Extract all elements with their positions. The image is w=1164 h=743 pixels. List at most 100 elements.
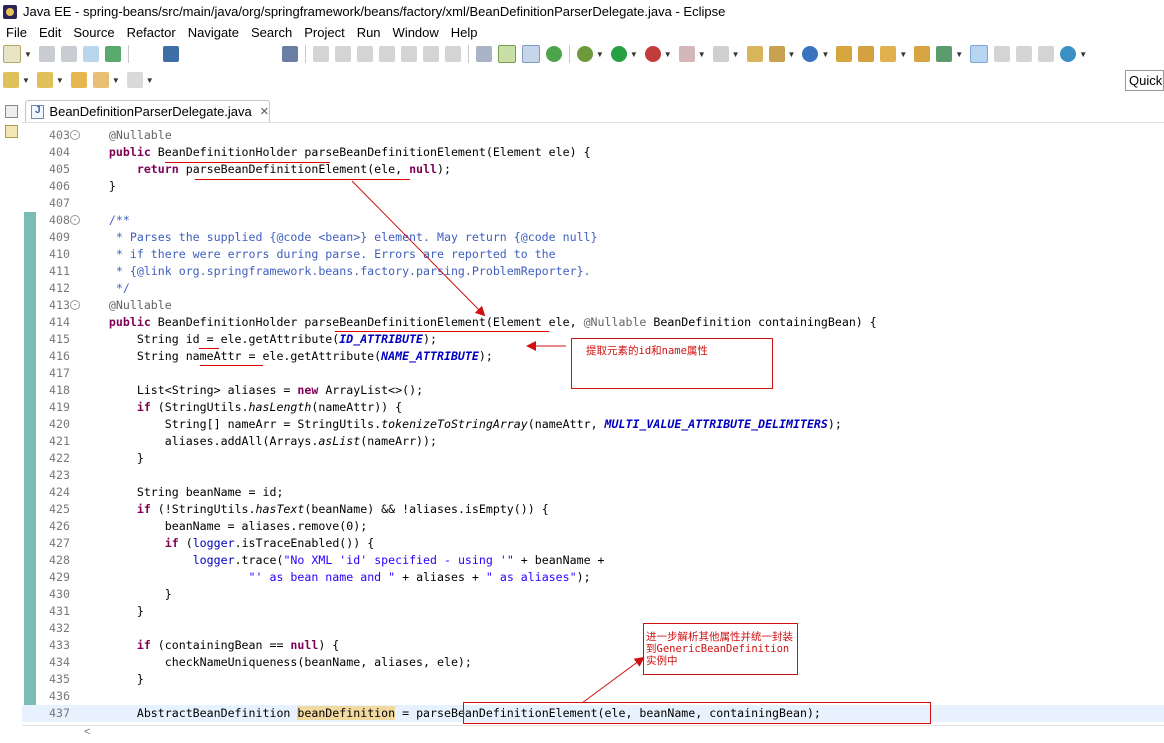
menu-source[interactable]: Source [67, 25, 120, 40]
debug-dropdown-icon[interactable]: ▼ [596, 50, 604, 59]
package-explorer-icon[interactable] [5, 125, 18, 138]
code-line[interactable]: 429 "' as bean name and " + aliases + " … [22, 569, 1164, 586]
code-line[interactable]: 425 if (!StringUtils.hasText(beanName) &… [22, 501, 1164, 518]
code-line[interactable]: 407 [22, 195, 1164, 212]
code-line[interactable]: 434 checkNameUniqueness(beanName, aliase… [22, 654, 1164, 671]
code-line[interactable]: 413- @Nullable [22, 297, 1164, 314]
toggle-highlight-icon[interactable] [497, 45, 516, 63]
globe-dropdown-icon[interactable]: ▼ [1079, 50, 1087, 59]
fold-toggle-icon[interactable]: - [70, 130, 80, 140]
code-line[interactable]: 403- @Nullable [22, 127, 1164, 144]
step-into-icon[interactable] [400, 46, 417, 62]
previous-annotation-icon[interactable] [36, 72, 53, 88]
fold-toggle-icon[interactable]: - [70, 300, 80, 310]
code-line[interactable]: 435 } [22, 671, 1164, 688]
pin-editor-icon[interactable] [970, 45, 989, 63]
monitor-icon[interactable] [162, 46, 179, 62]
run-last-tool-icon[interactable] [644, 46, 661, 62]
toggle-block-selection-icon[interactable] [521, 45, 540, 63]
run-icon[interactable] [610, 46, 627, 62]
show-whitespace-icon[interactable] [1016, 46, 1033, 62]
run-last-tool-dropdown-icon[interactable]: ▼ [664, 50, 672, 59]
last-edit-location-icon[interactable] [70, 72, 87, 88]
next-annotation-dropdown-icon[interactable]: ▼ [22, 76, 30, 85]
code-line[interactable]: 410 * if there were errors during parse.… [22, 246, 1164, 263]
menu-run[interactable]: Run [351, 25, 387, 40]
code-line[interactable]: 432 [22, 620, 1164, 637]
globe-icon[interactable] [1060, 46, 1077, 62]
code-line[interactable]: 431 } [22, 603, 1164, 620]
code-line[interactable]: 430 } [22, 586, 1164, 603]
back-icon[interactable] [92, 72, 109, 88]
toggle-mark-occurrences-icon[interactable] [104, 46, 121, 62]
back-dropdown-icon[interactable]: ▼ [112, 76, 120, 85]
code-line[interactable]: 428 logger.trace("No XML 'id' specified … [22, 552, 1164, 569]
scroll-left-icon[interactable]: < [84, 726, 90, 738]
close-icon[interactable]: ✕ [260, 105, 269, 118]
code-line[interactable]: 419 if (StringUtils.hasLength(nameAttr))… [22, 399, 1164, 416]
new-icon[interactable] [3, 45, 21, 63]
open-resource-icon[interactable] [858, 46, 875, 62]
new-package-dropdown-icon[interactable]: ▼ [788, 50, 796, 59]
tab-beandefinitionparserdelegate[interactable]: BeanDefinitionParserDelegate.java ✕ [25, 100, 270, 122]
new-class-icon[interactable] [802, 46, 819, 62]
save-icon[interactable] [38, 46, 55, 62]
stop-dropdown-icon[interactable]: ▼ [698, 50, 706, 59]
code-line[interactable]: 405 return parseBeanDefinitionElement(el… [22, 161, 1164, 178]
code-line[interactable]: 423 [22, 467, 1164, 484]
step-over-icon[interactable] [422, 46, 439, 62]
menu-navigate[interactable]: Navigate [182, 25, 245, 40]
search-icon[interactable] [880, 46, 897, 62]
run-dropdown-icon[interactable]: ▼ [630, 50, 638, 59]
menu-refactor[interactable]: Refactor [121, 25, 182, 40]
server-icon[interactable] [712, 46, 729, 62]
horizontal-scrollbar[interactable]: < [22, 725, 1164, 743]
code-line[interactable]: 424 String beanName = id; [22, 484, 1164, 501]
terminate-icon[interactable] [356, 46, 373, 62]
menu-file[interactable]: File [0, 25, 33, 40]
stop-icon[interactable] [678, 46, 695, 62]
fold-toggle-icon[interactable]: - [70, 215, 80, 225]
annotation-icon[interactable] [936, 46, 953, 62]
forward-dropdown-icon[interactable]: ▼ [146, 76, 154, 85]
code-line[interactable]: 412 */ [22, 280, 1164, 297]
pilcrow-icon[interactable] [1038, 46, 1055, 62]
code-line[interactable]: 426 beanName = aliases.remove(0); [22, 518, 1164, 535]
search-dropdown-icon[interactable]: ▼ [899, 50, 907, 59]
skip-breakpoints-icon[interactable] [281, 46, 298, 62]
quick-access-input[interactable]: Quick [1125, 70, 1164, 91]
menu-edit[interactable]: Edit [33, 25, 67, 40]
next-annotation-icon[interactable] [3, 72, 19, 88]
restore-icon[interactable] [5, 105, 18, 118]
debug-icon[interactable] [576, 46, 593, 62]
code-line[interactable]: 406 } [22, 178, 1164, 195]
save-all-icon[interactable] [60, 46, 77, 62]
menu-project[interactable]: Project [298, 25, 350, 40]
open-folder-icon[interactable] [836, 46, 853, 62]
code-line[interactable]: 408- /** [22, 212, 1164, 229]
previous-annotation-dropdown-icon[interactable]: ▼ [56, 76, 64, 85]
code-line[interactable]: 422 } [22, 450, 1164, 467]
code-line[interactable]: 414 public BeanDefinitionHolder parseBea… [22, 314, 1164, 331]
code-line[interactable]: 421 aliases.addAll(Arrays.asList(nameArr… [22, 433, 1164, 450]
code-line[interactable]: 420 String[] nameArr = StringUtils.token… [22, 416, 1164, 433]
new-java-project-icon[interactable] [746, 46, 763, 62]
menu-search[interactable]: Search [245, 25, 298, 40]
disconnect-icon[interactable] [378, 46, 395, 62]
code-line[interactable]: 404 public BeanDefinitionHolder parseBea… [22, 144, 1164, 161]
code-line[interactable]: 409 * Parses the supplied {@code <bean>}… [22, 229, 1164, 246]
code-editor[interactable]: 403- @Nullable 404 public BeanDefinitionH… [22, 123, 1164, 725]
refresh-icon[interactable] [545, 46, 562, 62]
server-dropdown-icon[interactable]: ▼ [732, 50, 740, 59]
resume-icon[interactable] [312, 46, 329, 62]
new-package-icon[interactable] [768, 46, 785, 62]
menu-window[interactable]: Window [387, 25, 445, 40]
code-line[interactable]: 433 if (containingBean == null) { [22, 637, 1164, 654]
new-dropdown-icon[interactable]: ▼ [24, 50, 32, 59]
open-task-icon[interactable] [914, 46, 931, 62]
step-return-icon[interactable] [444, 46, 461, 62]
menu-help[interactable]: Help [445, 25, 484, 40]
code-line[interactable]: 411 * {@link org.springframework.beans.f… [22, 263, 1164, 280]
suspend-icon[interactable] [334, 46, 351, 62]
toggle-word-wrap-icon[interactable] [994, 46, 1011, 62]
